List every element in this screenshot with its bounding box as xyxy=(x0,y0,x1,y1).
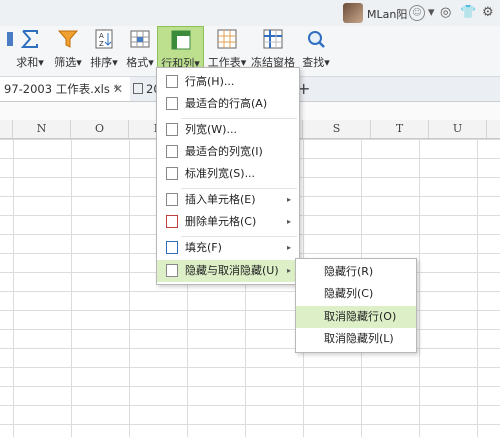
column-header-s[interactable]: S xyxy=(303,120,371,138)
menu-item-autofit-row-height[interactable]: 最适合的行高(A) xyxy=(157,93,299,115)
format-label: 格式 xyxy=(126,56,149,69)
autofit-row-height-icon xyxy=(166,97,178,110)
submenu-arrow-icon: ▸ xyxy=(286,217,291,226)
menu-item-label: 隐藏与取消隐藏(U) xyxy=(185,264,279,277)
submenu-item-hide-columns[interactable]: 隐藏列(C) xyxy=(296,283,416,305)
submenu-item-hide-rows[interactable]: 隐藏行(R) xyxy=(296,261,416,283)
hide-unhide-submenu: 隐藏行(R) 隐藏列(C) 取消隐藏行(O) 取消隐藏列(L) xyxy=(295,258,417,353)
column-header-u[interactable]: U xyxy=(429,120,487,138)
close-icon[interactable]: ✕ xyxy=(113,77,123,101)
submenu-arrow-icon: ▸ xyxy=(286,243,291,252)
submenu-item-unhide-columns[interactable]: 取消隐藏列(L) xyxy=(296,328,416,350)
submenu-arrow-icon: ▸ xyxy=(286,266,291,275)
standard-width-icon xyxy=(166,167,178,180)
menu-item-label: 标准列宽(S)... xyxy=(185,167,256,180)
freeze-panes-icon xyxy=(263,29,283,49)
menu-item-delete-cells[interactable]: 删除单元格(C) ▸ xyxy=(157,211,299,233)
filter-button[interactable]: 筛选▾ xyxy=(50,26,86,74)
sort-icon: A Z xyxy=(95,29,113,49)
submenu-item-label: 隐藏行(R) xyxy=(324,265,374,278)
target-icon[interactable]: ◎ xyxy=(440,5,451,20)
column-header-n[interactable]: N xyxy=(13,120,71,138)
menu-item-label: 列宽(W)... xyxy=(185,123,237,136)
menu-item-column-width[interactable]: 列宽(W)... xyxy=(157,119,299,141)
tab-title: 97-2003 工作表.xls * xyxy=(4,82,120,96)
column-width-icon xyxy=(166,123,178,136)
column-header-t[interactable]: T xyxy=(371,120,429,138)
menu-item-label: 最适合的列宽(I) xyxy=(185,145,263,158)
sum-button[interactable]: 求和▾ xyxy=(12,26,48,74)
submenu-item-label: 隐藏列(C) xyxy=(324,287,374,300)
sort-label: 排序 xyxy=(90,56,113,69)
menu-item-insert-cells[interactable]: 插入单元格(E) ▸ xyxy=(157,189,299,211)
submenu-item-unhide-rows[interactable]: 取消隐藏行(O) xyxy=(296,306,416,328)
find-icon xyxy=(308,31,325,48)
document-icon xyxy=(133,83,143,94)
find-label: 查找 xyxy=(302,56,325,69)
menu-item-label: 填充(F) xyxy=(185,241,222,254)
menu-item-row-height[interactable]: 行高(H)... xyxy=(157,71,299,93)
sigma-icon xyxy=(20,30,38,48)
tab-second[interactable]: 20 xyxy=(131,77,161,101)
user-badge-icon[interactable]: ☺ xyxy=(409,5,425,21)
row-height-icon xyxy=(166,75,178,88)
autofit-column-width-icon xyxy=(166,145,178,158)
dropdown-icon[interactable]: ▾ xyxy=(428,5,435,20)
submenu-item-label: 取消隐藏行(O) xyxy=(324,310,397,323)
delete-cells-icon xyxy=(166,215,178,228)
worksheet-icon xyxy=(217,29,237,49)
menu-item-standard-width[interactable]: 标准列宽(S)... xyxy=(157,163,299,185)
sort-button[interactable]: A Z 排序▾ xyxy=(86,26,122,74)
filter-icon xyxy=(57,30,79,48)
tab-workbook[interactable]: 97-2003 工作表.xls * ✕ xyxy=(0,77,130,101)
rows-columns-icon xyxy=(171,30,190,50)
dropdown-arrow-icon: ▾ xyxy=(38,56,44,69)
find-button[interactable]: 查找▾ xyxy=(298,26,334,74)
insert-cells-icon xyxy=(166,193,178,206)
column-header-partial[interactable] xyxy=(0,120,13,138)
dropdown-arrow-icon: ▾ xyxy=(112,56,118,69)
filter-label: 筛选 xyxy=(54,56,77,69)
format-button[interactable]: 格式▾ xyxy=(122,26,158,74)
svg-text:A: A xyxy=(99,32,104,40)
rows-columns-menu: 行高(H)... 最适合的行高(A) 列宽(W)... 最适合的列宽(I) 标准… xyxy=(156,67,300,285)
menu-item-label: 行高(H)... xyxy=(185,75,235,88)
submenu-arrow-icon: ▸ xyxy=(286,195,291,204)
svg-text:Z: Z xyxy=(99,40,104,48)
settings-icon[interactable]: ⚙ xyxy=(482,5,494,20)
title-bar: MLan阳 ☺ ▾ ◎ 👕 ⚙ xyxy=(0,0,500,26)
avatar[interactable] xyxy=(343,3,363,23)
menu-item-label: 最适合的行高(A) xyxy=(185,97,268,110)
dropdown-arrow-icon: ▾ xyxy=(324,56,330,69)
submenu-item-label: 取消隐藏列(L) xyxy=(324,332,394,345)
user-name[interactable]: MLan阳 xyxy=(367,6,407,22)
menu-item-fill[interactable]: 填充(F) ▸ xyxy=(157,237,299,259)
dropdown-arrow-icon: ▾ xyxy=(148,56,154,69)
sum-label: 求和 xyxy=(16,56,39,69)
ribbon-left-edge xyxy=(0,26,13,74)
dropdown-arrow-icon: ▾ xyxy=(76,56,82,69)
fill-icon xyxy=(166,241,178,254)
shirt-icon[interactable]: 👕 xyxy=(460,5,476,20)
menu-item-autofit-column-width[interactable]: 最适合的列宽(I) xyxy=(157,141,299,163)
menu-item-label: 插入单元格(E) xyxy=(185,193,256,206)
menu-item-label: 删除单元格(C) xyxy=(185,215,257,228)
format-icon xyxy=(130,30,150,48)
column-header-o[interactable]: O xyxy=(71,120,129,138)
menu-item-hide-unhide[interactable]: 隐藏与取消隐藏(U) ▸ xyxy=(157,260,299,282)
hide-unhide-icon xyxy=(166,264,178,277)
